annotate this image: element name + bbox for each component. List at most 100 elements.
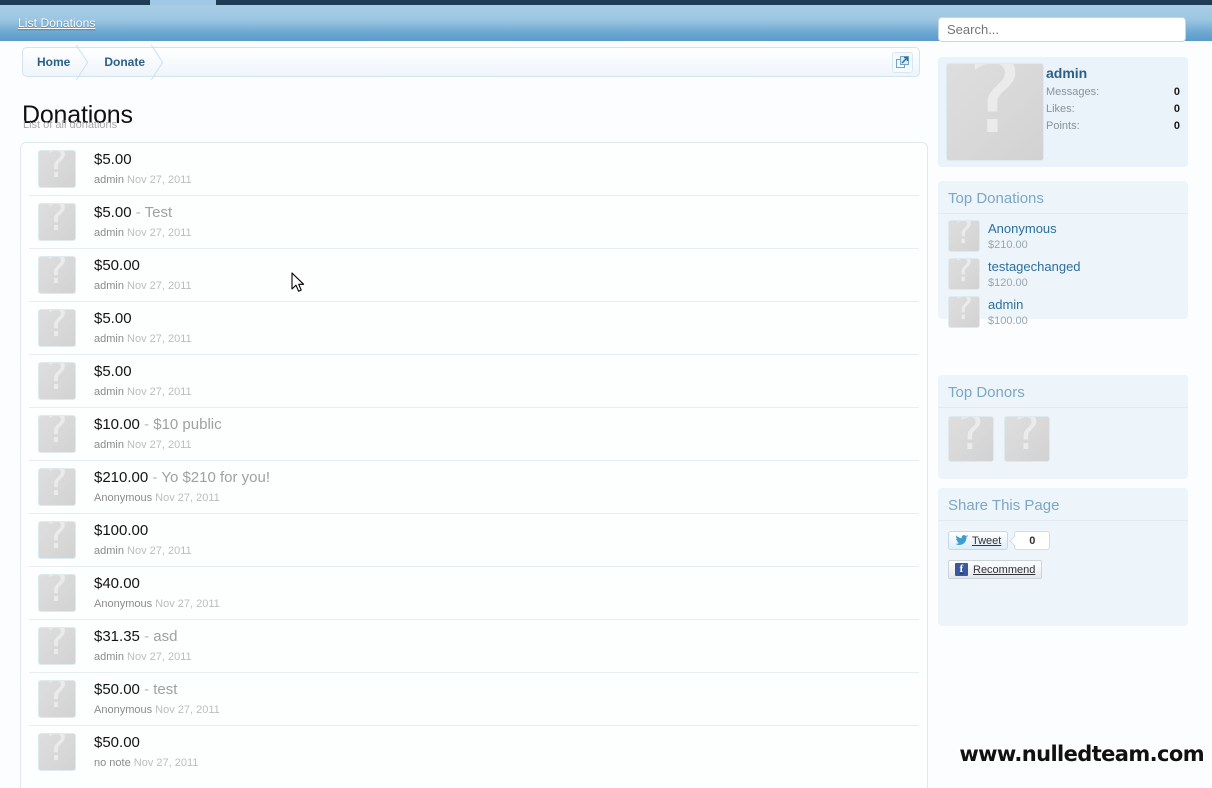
avatar[interactable]: ? — [38, 203, 76, 241]
donation-user[interactable]: admin — [94, 439, 124, 451]
donation-amount: $5.00 — [94, 204, 132, 221]
question-mark-icon: ? — [46, 680, 68, 717]
donation-row[interactable]: ? $5.00 admin Nov 27, 2011 — [29, 302, 919, 355]
question-mark-icon: ? — [46, 574, 68, 611]
top-donations-list: ? Anonymous $210.00? testagechanged $120.00?… — [938, 218, 1188, 332]
top-donation-item[interactable]: ? testagechanged $120.00 — [938, 256, 1188, 294]
donation-dash: - — [135, 204, 141, 221]
donation-amount: $50.00 — [94, 257, 140, 274]
breadcrumb-item-home[interactable]: Home — [23, 48, 86, 76]
donation-date: Nov 27, 2011 — [155, 598, 220, 610]
donation-user[interactable]: admin — [94, 386, 124, 398]
open-in-new-window-icon[interactable] — [892, 52, 913, 73]
donation-row[interactable]: ? $100.00 admin Nov 27, 2011 — [29, 514, 919, 567]
avatar[interactable]: ? — [38, 680, 76, 718]
top-donation-amount: $210.00 — [988, 238, 1028, 251]
avatar[interactable]: ? — [38, 521, 76, 559]
donation-user[interactable]: admin — [94, 174, 124, 186]
donation-date: Nov 27, 2011 — [127, 333, 192, 345]
avatar[interactable]: ? — [38, 415, 76, 453]
donation-user[interactable]: admin — [94, 227, 124, 239]
donation-row[interactable]: ? $5.00 admin Nov 27, 2011 — [29, 143, 919, 196]
donation-row[interactable]: ? $5.00 - Test admin Nov 27, 2011 — [29, 196, 919, 249]
donation-meta: Anonymous Nov 27, 2011 — [94, 598, 919, 610]
avatar[interactable]: ? — [38, 733, 76, 771]
question-mark-icon: ? — [46, 362, 68, 399]
donation-date: Nov 27, 2011 — [127, 280, 192, 292]
donation-main: $5.00 — [94, 150, 919, 170]
donation-main: $100.00 — [94, 521, 919, 541]
donation-user[interactable]: Anonymous — [94, 492, 152, 504]
donation-row[interactable]: ? $40.00 Anonymous Nov 27, 2011 — [29, 567, 919, 620]
donation-user[interactable]: Anonymous — [94, 704, 152, 716]
top-donations-heading: Top Donations — [938, 181, 1188, 214]
donation-user[interactable]: admin — [94, 545, 124, 557]
avatar[interactable]: ? — [38, 468, 76, 506]
avatar[interactable]: ? — [38, 256, 76, 294]
donation-note: Test — [144, 204, 173, 221]
avatar[interactable]: ? — [948, 258, 980, 290]
top-donation-item[interactable]: ? Anonymous $210.00 — [938, 218, 1188, 256]
donation-row[interactable]: ? $31.35 - asd admin Nov 27, 2011 — [29, 620, 919, 673]
donation-meta: admin Nov 27, 2011 — [94, 280, 919, 292]
stat-likes-value: 0 — [1173, 103, 1180, 115]
search-input[interactable] — [938, 17, 1186, 42]
donation-main: $210.00 - Yo $210 for you! — [94, 468, 919, 488]
top-donation-name[interactable]: testagechanged — [988, 259, 1081, 274]
donation-row[interactable]: ? $50.00 admin Nov 27, 2011 — [29, 249, 919, 302]
donation-main: $31.35 - asd — [94, 627, 919, 647]
avatar[interactable]: ? — [38, 150, 76, 188]
top-donation-name[interactable]: Anonymous — [988, 221, 1057, 236]
avatar[interactable]: ? — [946, 63, 1044, 161]
donation-amount: $50.00 — [94, 734, 140, 751]
question-mark-icon: ? — [954, 258, 974, 290]
donation-user[interactable]: admin — [94, 280, 124, 292]
breadcrumb: Home Donate — [22, 47, 920, 77]
donation-main: $50.00 — [94, 733, 919, 753]
top-donation-item[interactable]: ? admin $100.00 — [938, 294, 1188, 332]
breadcrumb-item-donate[interactable]: Donate — [86, 48, 161, 76]
donation-user[interactable]: admin — [94, 651, 124, 663]
donation-amount: $50.00 — [94, 681, 140, 698]
avatar[interactable]: ? — [948, 220, 980, 252]
donation-user[interactable]: admin — [94, 333, 124, 345]
user-name[interactable]: admin — [1046, 65, 1182, 81]
tweet-button-label: Tweet — [972, 534, 1002, 547]
top-donation-name[interactable]: admin — [988, 297, 1028, 312]
facebook-recommend-label: Recommend — [973, 563, 1036, 576]
share-heading: Share This Page — [938, 488, 1188, 521]
donation-dash: - — [144, 628, 150, 645]
donation-dash: - — [144, 681, 150, 698]
stat-likes-label: Likes: — [1046, 103, 1075, 115]
donation-user[interactable]: no note — [94, 757, 131, 769]
avatar[interactable]: ? — [948, 296, 980, 328]
tweet-count[interactable]: 0 — [1014, 531, 1051, 550]
stat-points: Points: 0 — [1046, 120, 1182, 132]
avatar[interactable]: ? — [1004, 416, 1050, 462]
facebook-recommend-button[interactable]: f Recommend — [948, 560, 1043, 579]
donation-date: Nov 27, 2011 — [127, 227, 192, 239]
tweet-button[interactable]: Tweet — [948, 531, 1009, 550]
donation-row[interactable]: ? $210.00 - Yo $210 for you! Anonymous Nov… — [29, 461, 919, 514]
donation-meta: no note Nov 27, 2011 — [94, 757, 919, 769]
main-content-column: Home Donate Donations List of all donati… — [0, 41, 932, 788]
donation-row[interactable]: ? $50.00 no note Nov 27, 2011 — [29, 726, 919, 779]
avatar[interactable]: ? — [38, 574, 76, 612]
donation-date: Nov 27, 2011 — [155, 704, 220, 716]
avatar[interactable]: ? — [38, 362, 76, 400]
donation-row[interactable]: ? $10.00 - $10 public admin Nov 27, 2011 — [29, 408, 919, 461]
donation-row[interactable]: ? $50.00 - test Anonymous Nov 27, 2011 — [29, 673, 919, 726]
donation-row[interactable]: ? $5.00 admin Nov 27, 2011 — [29, 355, 919, 408]
avatar[interactable]: ? — [38, 309, 76, 347]
header-title-link[interactable]: List Donations — [18, 16, 95, 30]
donation-meta: admin Nov 27, 2011 — [94, 386, 919, 398]
donation-meta: admin Nov 27, 2011 — [94, 227, 919, 239]
avatar[interactable]: ? — [38, 627, 76, 665]
avatar[interactable]: ? — [948, 416, 994, 462]
stat-likes: Likes: 0 — [1046, 103, 1182, 115]
question-mark-icon: ? — [46, 733, 68, 770]
donation-main: $5.00 — [94, 309, 919, 329]
donation-user[interactable]: Anonymous — [94, 598, 152, 610]
donation-date: Nov 27, 2011 — [127, 174, 192, 186]
donation-main: $5.00 - Test — [94, 203, 919, 223]
